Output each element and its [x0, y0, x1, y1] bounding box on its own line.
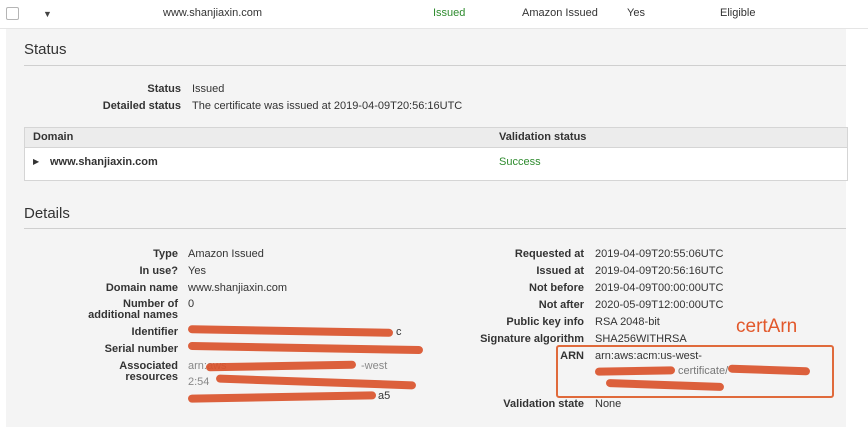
requested-at-value: 2019-04-09T20:55:06UTC — [595, 248, 724, 260]
cert-arn-annotation: certArn — [736, 316, 798, 337]
associated-resources-visible-tail: a5 — [378, 390, 391, 402]
validation-status-cell: Success — [499, 156, 541, 168]
expand-row-icon[interactable]: ▶ — [33, 157, 39, 166]
signature-algorithm-label: Signature algorithm — [480, 333, 584, 345]
redaction-mark-serial-number — [187, 341, 424, 355]
row-in-use: Yes — [627, 7, 645, 19]
issued-at-value: 2019-04-09T20:56:16UTC — [595, 265, 724, 277]
table-row[interactable]: ▶ www.shanjiaxin.com Success — [25, 148, 847, 180]
identifier-visible-tail: c — [396, 326, 402, 338]
associated-resources-fragment-3: 2:54 — [188, 376, 210, 388]
table-header: Domain Validation status — [25, 128, 847, 148]
certificate-list-row[interactable]: ▼ www.shanjiaxin.com Issued Amazon Issue… — [0, 0, 868, 29]
certificate-detail-panel: Status Status Issued Detailed status The… — [6, 29, 848, 427]
row-status: Issued — [433, 7, 466, 19]
signature-algorithm-value: SHA256WITHRSA — [595, 333, 687, 345]
domain-validation-table: Domain Validation status ▶ www.shanjiaxi… — [24, 127, 848, 181]
type-label: Type — [153, 248, 178, 260]
arn-highlight-box — [556, 345, 834, 398]
not-before-value: 2019-04-09T00:00:00UTC — [595, 282, 724, 294]
redaction-mark-resources-3 — [187, 391, 377, 403]
public-key-info-value: RSA 2048-bit — [595, 316, 660, 328]
type-value: Amazon Issued — [188, 248, 264, 260]
collapse-caret-icon[interactable]: ▼ — [43, 9, 52, 19]
not-after-label: Not after — [538, 299, 584, 311]
redaction-mark-identifier — [187, 325, 394, 337]
redaction-mark-resources-2 — [215, 374, 417, 390]
issued-at-label: Issued at — [536, 265, 584, 277]
domain-name-label: Domain name — [105, 282, 178, 294]
additional-names-label-line2: additional names — [88, 309, 178, 321]
domain-name-value: www.shanjiaxin.com — [188, 282, 288, 294]
column-header-domain: Domain — [33, 131, 74, 143]
details-divider — [24, 228, 846, 229]
validation-state-value: None — [595, 398, 622, 410]
not-before-label: Not before — [529, 282, 584, 294]
redaction-mark-resources-1 — [205, 360, 357, 372]
row-domain: www.shanjiaxin.com — [163, 7, 263, 19]
associated-resources-label-line2: resources — [125, 371, 178, 383]
row-renewal-eligibility: Eligible — [720, 7, 756, 19]
domain-cell: www.shanjiaxin.com — [50, 156, 158, 168]
details-section-title: Details — [24, 205, 70, 222]
status-divider — [24, 65, 846, 66]
status-label: Status — [147, 83, 181, 95]
not-after-value: 2020-05-09T12:00:00UTC — [595, 299, 724, 311]
detailed-status-value: The certificate was issued at 2019-04-09… — [192, 100, 463, 112]
public-key-info-label: Public key info — [506, 316, 584, 328]
status-section-title: Status — [24, 41, 67, 58]
identifier-label: Identifier — [131, 326, 178, 338]
serial-number-label: Serial number — [104, 343, 178, 355]
associated-resources-fragment-2: -west — [361, 360, 388, 372]
status-value: Issued — [192, 83, 225, 95]
additional-names-value: 0 — [188, 298, 195, 310]
in-use-label: In use? — [139, 265, 178, 277]
row-type: Amazon Issued — [522, 7, 598, 19]
row-checkbox[interactable] — [6, 7, 19, 20]
column-header-validation-status: Validation status — [499, 131, 587, 143]
requested-at-label: Requested at — [514, 248, 584, 260]
in-use-value: Yes — [188, 265, 206, 277]
validation-state-label: Validation state — [503, 398, 584, 410]
detailed-status-label: Detailed status — [102, 100, 181, 112]
